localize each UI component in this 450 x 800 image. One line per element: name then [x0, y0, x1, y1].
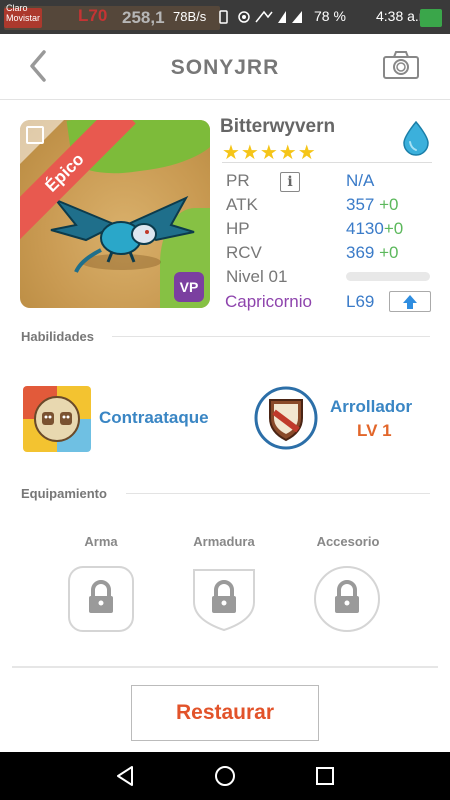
skill-name-overrun[interactable]: Arrollador	[330, 397, 412, 417]
accessory-label: Accesorio	[316, 534, 380, 549]
signal-icons	[219, 10, 302, 24]
lock-icon	[68, 566, 134, 632]
pr-label: PR	[226, 171, 250, 190]
camera-button[interactable]	[382, 50, 420, 80]
carrier-name: Claro Movistar	[6, 3, 41, 23]
weapon-slot[interactable]	[68, 566, 134, 632]
monster-portrait[interactable]: Épico VP	[20, 120, 210, 308]
atk-label: ATK	[226, 195, 258, 214]
equipment-section-title: Equipamiento	[21, 486, 107, 501]
rcv-value: 369 +0	[346, 243, 399, 263]
hp-bonus: +0	[383, 219, 404, 238]
lock-icon	[193, 569, 255, 632]
game-score: 258,1	[122, 8, 165, 27]
armor-slot[interactable]	[191, 566, 257, 632]
dragon-icon	[50, 195, 195, 273]
rcv-label: RCV	[226, 243, 262, 262]
armor-label: Armadura	[193, 534, 255, 549]
zodiac-sign: Capricornio	[225, 292, 312, 311]
water-drop-icon	[403, 120, 429, 156]
level-progress-bar	[346, 272, 430, 281]
atk-bonus: +0	[379, 195, 399, 214]
accessory-slot[interactable]	[314, 566, 380, 632]
skills-section-title: Habilidades	[21, 329, 94, 344]
back-triangle-icon[interactable]	[113, 764, 137, 788]
battery-level: 78 %	[314, 8, 346, 24]
note-icon[interactable]	[26, 126, 44, 144]
rcv-bonus: +0	[379, 243, 399, 262]
monster-name: Bitterwyvern	[220, 116, 336, 137]
app-header: SONYJRR	[0, 34, 450, 100]
status-bar: L70 258,1 Claro Movistar 78B/s 78 % 4:38…	[0, 0, 450, 34]
skills-divider	[112, 336, 430, 337]
rcv-number: 369	[346, 243, 375, 262]
restore-button[interactable]: Restaurar	[131, 685, 319, 741]
arrow-up-stem	[407, 302, 413, 309]
network-speed: 78B/s	[173, 9, 207, 24]
system-nav-bar	[0, 752, 450, 800]
hp-label: HP	[226, 219, 250, 238]
level-up-button[interactable]	[389, 291, 431, 312]
camera-icon	[383, 51, 419, 79]
vp-badge: VP	[174, 272, 204, 302]
recents-square-icon[interactable]	[313, 764, 337, 788]
lock-icon	[314, 566, 380, 632]
hp-value: 4130+0	[346, 219, 403, 239]
status-icons	[218, 8, 308, 29]
counterattack-icon	[23, 386, 91, 452]
skill-name-counterattack[interactable]: Contraataque	[99, 408, 209, 428]
info-icon[interactable]: i	[280, 172, 300, 192]
counterattack-skill-icon[interactable]	[23, 386, 91, 452]
notification-icon	[420, 9, 442, 27]
zodiac-level: L69	[346, 292, 375, 311]
shield-icon	[254, 386, 318, 450]
equipment-divider	[126, 493, 430, 494]
pr-value: N/A	[346, 171, 375, 190]
skill-level: LV 1	[357, 421, 392, 440]
bottom-divider	[12, 666, 438, 668]
level-label: Nivel 01	[226, 267, 288, 286]
info-divider	[222, 162, 432, 163]
atk-value: 357 +0	[346, 195, 399, 215]
hp-number: 4130	[346, 219, 384, 238]
game-level: L70	[78, 6, 108, 25]
weapon-label: Arma	[84, 534, 118, 549]
overrun-skill-icon[interactable]	[254, 386, 318, 450]
home-circle-icon[interactable]	[213, 764, 237, 788]
atk-number: 357	[346, 195, 375, 214]
